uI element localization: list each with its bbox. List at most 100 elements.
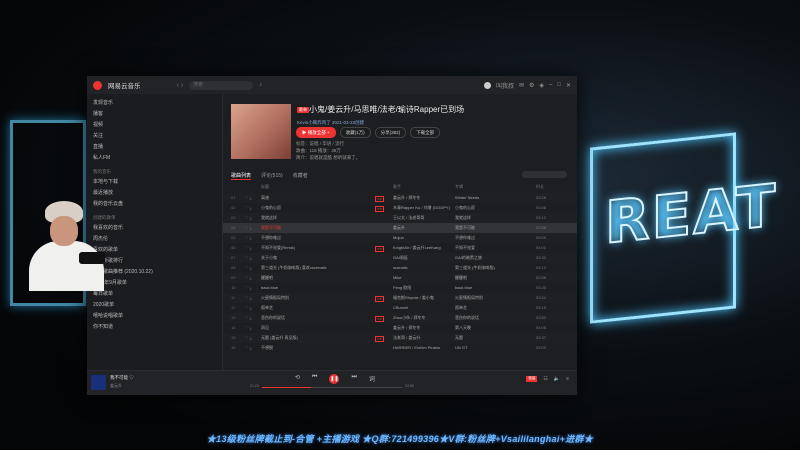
user-name[interactable]: 叫我叔	[496, 81, 514, 90]
col-singer[interactable]: 歌手	[393, 184, 401, 190]
table-row[interactable]: ♡ ⤓ 07 关于小鬼 GAI周延 GAI的暗黑之旅 03:33	[223, 253, 577, 263]
song-album[interactable]: 不想你难过	[455, 233, 523, 243]
table-row[interactable]: ♡ ⤓ 02 小鬼的心愿 木青Rapper Ku / 刘增 (GOOPY) 小鬼的心愿 0…	[223, 203, 577, 213]
playlist-queue-icon[interactable]: ≡	[566, 376, 569, 382]
download-button[interactable]: 下载全部	[410, 127, 441, 138]
sidebar-playlist[interactable]: 你不知道	[87, 322, 222, 333]
sidebar-item-follow[interactable]: 关注	[87, 131, 222, 142]
sidebar-item-video[interactable]: 视频	[87, 120, 222, 131]
maximize-icon[interactable]: □	[557, 82, 561, 88]
now-playing-title[interactable]: 我不可能 ♡	[110, 375, 134, 381]
col-album[interactable]: 专辑	[455, 184, 463, 190]
mail-icon[interactable]: ✉	[519, 82, 524, 89]
song-like-download-icon[interactable]: ♡ ⤓	[245, 213, 259, 223]
sidebar-item-discover[interactable]: 发现音乐	[87, 98, 222, 109]
song-like-download-icon[interactable]: ♡ ⤓	[245, 293, 259, 303]
song-singer[interactable]: 木青Rapper Ku / 刘增 (GOOPY)	[393, 203, 453, 213]
song-name[interactable]: 火星情报局特别	[261, 293, 379, 303]
table-row[interactable]: ♡ ⤓ 06 不知不觉爱(Remix) KnightAir / 姜云升LeeKang 不…	[223, 243, 577, 253]
table-row[interactable]: ♡ ⤓ 04 我是不可能 姜云升 我是不可能 03:58	[223, 223, 577, 233]
playlist-search-input[interactable]	[522, 171, 567, 178]
col-time[interactable]: 时长	[536, 184, 544, 190]
sidebar-playlist[interactable]: 2020歌单	[87, 300, 222, 311]
song-singer[interactable]: Zhou小伙 / 郑冬冬	[393, 313, 453, 323]
song-singer[interactable]: 福克斯Rhymie / 姜小鬼	[393, 293, 453, 303]
song-singer[interactable]: Mojun	[393, 233, 453, 243]
song-singer[interactable]: CBunvel	[393, 303, 453, 313]
song-album[interactable]: 醒醒吧	[455, 273, 523, 283]
song-album[interactable]: 第三道光 (牛奶咖啡版)	[455, 263, 523, 273]
song-like-download-icon[interactable]: ♡ ⤓	[245, 223, 259, 233]
song-name[interactable]: 我就这样	[261, 213, 379, 223]
song-album[interactable]: 第八天晚	[455, 323, 523, 333]
song-singer[interactable]: scenatix	[393, 263, 453, 273]
song-singer[interactable]: 法老哥 / 姜云升	[393, 333, 453, 343]
song-like-download-icon[interactable]: ♡ ⤓	[245, 263, 259, 273]
song-singer[interactable]: Feng 欧阳	[393, 283, 453, 293]
back-forward-icon[interactable]: ‹ ›	[177, 82, 184, 89]
song-name[interactable]: 悲伤你的说话	[261, 313, 379, 323]
table-row[interactable]: ♡ ⤓ 05 不想你难过 Mojun 不想你难过 03:05	[223, 233, 577, 243]
song-name[interactable]: 再见	[261, 323, 379, 333]
tab-collectors[interactable]: 收藏者	[293, 172, 308, 180]
song-name[interactable]: 不知不觉爱(Remix)	[261, 243, 379, 253]
song-singer[interactable]: KnightAir / 姜云升LeeKang	[393, 243, 453, 253]
tab-comments[interactable]: 评论(515)	[261, 172, 283, 180]
effects-icon[interactable]: ☷	[543, 376, 547, 382]
now-playing-artist[interactable]: 姜云升	[110, 383, 122, 389]
tab-songs[interactable]: 歌曲列表	[231, 172, 252, 180]
song-album[interactable]: 小鬼的心愿	[455, 203, 523, 213]
table-row[interactable]: ♡ ⤓ 14 再见 姜云升 / 郑冬冬 第八天晚 04:05	[223, 323, 577, 333]
song-album[interactable]: 火星情报局特别	[455, 293, 523, 303]
song-name[interactable]: 关于小鬼	[261, 253, 379, 263]
table-row[interactable]: ♡ ⤓ 08 第三道光 (牛奶咖啡版) 喜欢xscenatix scenatix 第三道…	[223, 263, 577, 273]
song-album[interactable]: 不知不觉爱	[455, 243, 523, 253]
playlist-creator[interactable]: Kevin小碗炸鸡了 2021-03-23创建	[297, 120, 364, 126]
table-row[interactable]: ♡ ⤓ 09 醒醒吧 Mike 醒醒吧 02:58	[223, 273, 577, 283]
now-playing-cover[interactable]	[91, 375, 106, 390]
close-icon[interactable]: ✕	[566, 82, 571, 89]
song-name[interactable]: back blue	[261, 283, 379, 293]
table-row[interactable]: ♡ ⤓ 15 无题 (姜云升 再见版) 法老哥 / 姜云升 无题 03:37 VIP	[223, 333, 577, 343]
loop-icon[interactable]: ⟲	[295, 374, 300, 384]
table-row[interactable]: ♡ ⤓ 01 离谱 姜云升 / 郑冬冬 Winter Needs 03:28 VIP	[223, 193, 577, 203]
song-like-download-icon[interactable]: ♡ ⤓	[245, 243, 259, 253]
avatar[interactable]	[483, 81, 491, 89]
song-name[interactable]: 不想你难过	[261, 233, 379, 243]
table-row[interactable]: ♡ ⤓ 11 火星情报局特别 福克斯Rhymie / 姜小鬼 火星情报局特别 03:44 V…	[223, 293, 577, 303]
song-like-download-icon[interactable]: ♡ ⤓	[245, 253, 259, 263]
table-row[interactable]: ♡ ⤓ 10 back blue Feng 欧阳 back blue 03:20	[223, 283, 577, 293]
song-album[interactable]: back blue	[455, 283, 523, 293]
prev-icon[interactable]: ⏮	[312, 374, 317, 384]
pause-button[interactable]: ❚❚	[329, 374, 340, 384]
song-singer[interactable]: GAI周延	[393, 253, 453, 263]
heart-icon[interactable]: ♡	[129, 375, 134, 380]
search-input[interactable]: 搜索	[189, 80, 254, 90]
col-title[interactable]: 标题	[261, 184, 269, 190]
progress-bar[interactable]	[262, 387, 402, 388]
song-name[interactable]: 不想脱	[261, 343, 379, 353]
sidebar-item-local[interactable]: 本地与下载	[87, 177, 222, 188]
sidebar-item-fm[interactable]: 私人FM	[87, 153, 222, 164]
song-name[interactable]: 小鬼的心愿	[261, 203, 379, 213]
quality-badge[interactable]: 极高	[526, 376, 538, 382]
song-album[interactable]: 无题	[455, 333, 523, 343]
song-like-download-icon[interactable]: ♡ ⤓	[245, 283, 259, 293]
song-like-download-icon[interactable]: ♡ ⤓	[245, 233, 259, 243]
song-album[interactable]: 孤单芝	[455, 303, 523, 313]
sidebar-item-podcast[interactable]: 播客	[87, 109, 222, 120]
table-row[interactable]: ♡ ⤓ 13 悲伤你的说话 Zhou小伙 / 郑冬冬 悲伤你的说话 03:50 VIP	[223, 313, 577, 323]
volume-icon[interactable]: 🔈	[554, 376, 560, 382]
song-singer[interactable]: HARRIER / Elohim Piraino	[393, 343, 453, 353]
play-all-button[interactable]: ▶ 播放全部 +	[296, 127, 336, 138]
song-like-download-icon[interactable]: ♡ ⤓	[245, 343, 259, 353]
lyrics-icon[interactable]: 词	[369, 374, 375, 384]
song-name[interactable]: 第三道光 (牛奶咖啡版) 喜欢xscenatix	[261, 263, 379, 273]
song-like-download-icon[interactable]: ♡ ⤓	[245, 323, 259, 333]
song-singer[interactable]: 姜云升 / 郑冬冬	[393, 323, 453, 333]
song-name[interactable]: 醒醒吧	[261, 273, 379, 283]
song-album[interactable]: 我就这样	[455, 213, 523, 223]
song-name[interactable]: 我是不可能	[261, 223, 379, 233]
table-row[interactable]: ♡ ⤓ 12 孤单芝 CBunvel 孤单芝 03:15	[223, 303, 577, 313]
song-like-download-icon[interactable]: ♡ ⤓	[245, 203, 259, 213]
